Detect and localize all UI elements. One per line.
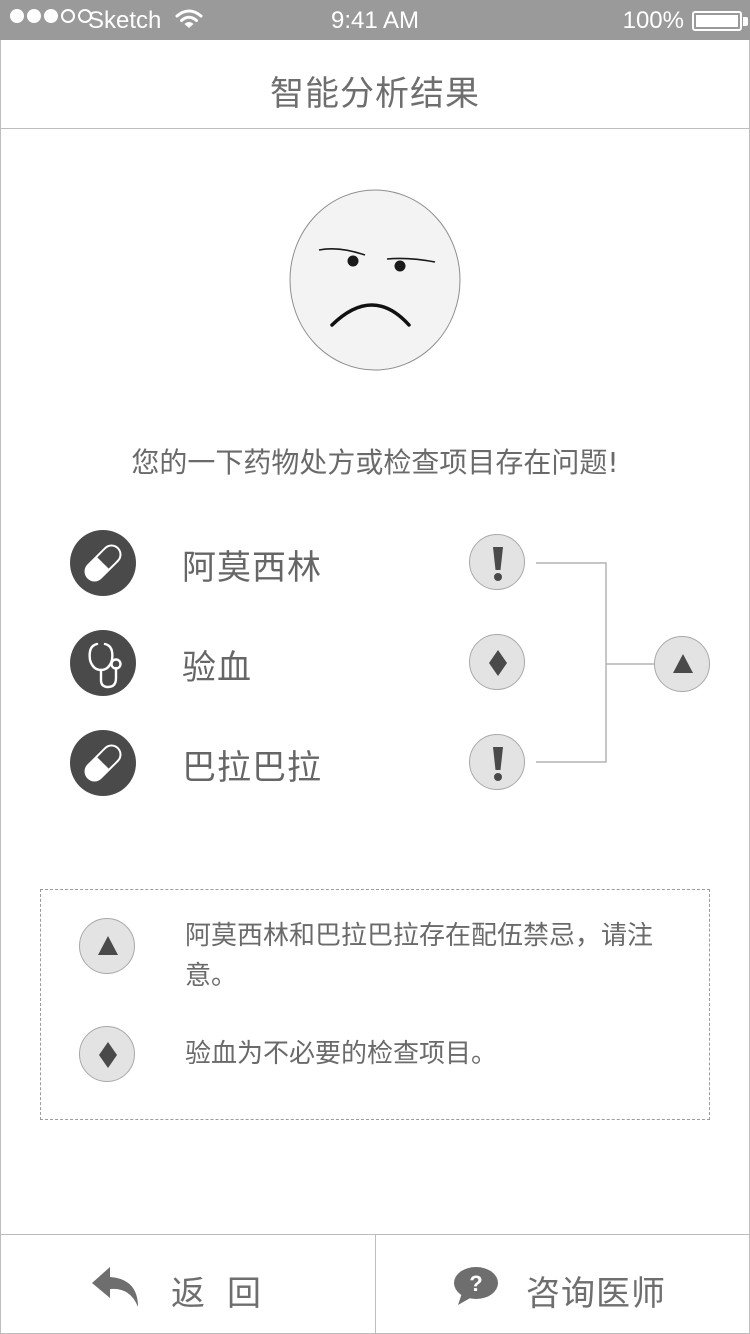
question-bubble-icon: ?: [454, 1267, 498, 1305]
back-label: 返回: [171, 1274, 283, 1314]
nav-bar: 智能分析结果: [0, 40, 750, 129]
sad-face-icon: [289, 189, 461, 371]
pill-icon: [70, 530, 136, 596]
diamond-icon: [79, 1026, 135, 1082]
bottom-toolbar: 返回 ? 咨询医师: [0, 1234, 750, 1334]
triangle-icon: [79, 918, 135, 974]
item-label: 巴拉巴拉: [182, 748, 322, 788]
legend-text: 验血为不必要的检查项目。: [185, 1039, 498, 1069]
battery-percent: 100%: [622, 7, 684, 34]
item-label: 验血: [182, 648, 252, 688]
triangle-icon[interactable]: [654, 636, 710, 692]
warning-message: 您的一下药物处方或检查项目存在问题!: [131, 446, 619, 479]
pill-icon: [70, 730, 136, 796]
battery-cap: [743, 17, 748, 26]
legend-box: 阿莫西林和巴拉巴拉存在配伍禁忌，请注意。 验血为不必要的检查项目。: [40, 889, 710, 1120]
page-title: 智能分析结果: [270, 74, 480, 114]
consult-label: 咨询医师: [526, 1274, 666, 1314]
consult-doctor-button[interactable]: ? 咨询医师: [375, 1235, 750, 1334]
exclamation-icon[interactable]: [469, 734, 525, 790]
diamond-icon[interactable]: [469, 634, 525, 690]
stethoscope-icon: [70, 630, 136, 696]
status-bar: Sketch 9:41 AM 100%: [0, 0, 750, 40]
battery-icon: [692, 11, 742, 31]
svg-text:?: ?: [469, 1271, 482, 1296]
back-arrow-icon: [92, 1267, 138, 1307]
exclamation-icon[interactable]: [469, 534, 525, 590]
back-button[interactable]: 返回: [0, 1235, 375, 1334]
legend-text: 阿莫西林和巴拉巴拉存在配伍禁忌，请注意。: [185, 921, 654, 991]
item-label: 阿莫西林: [182, 548, 322, 588]
